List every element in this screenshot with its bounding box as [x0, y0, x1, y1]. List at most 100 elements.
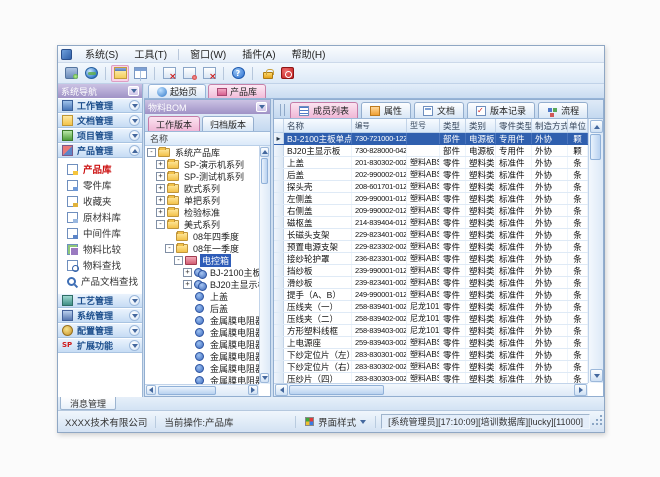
table-row[interactable]: 右侧盖 209-990002-01Z 塑料ABS 零件 塑料类 标准件 外协 条 [274, 205, 588, 217]
expand-section-button[interactable] [129, 115, 140, 126]
expand-section-button[interactable] [129, 325, 140, 336]
collapse-section-button[interactable] [129, 145, 140, 156]
toolbar-button[interactable] [223, 67, 224, 80]
expand-section-button[interactable] [129, 310, 140, 321]
tree-node[interactable]: - 08年一季度 [145, 242, 259, 254]
menu-item[interactable]: 帮助(H) [284, 45, 334, 63]
column-header[interactable]: 制造方式 [532, 119, 568, 132]
menu-item[interactable]: 系统(S) [77, 45, 126, 63]
tree-node[interactable]: 金属膜电阻器 [145, 374, 259, 384]
scroll-thumb[interactable] [158, 386, 216, 395]
scroll-left-button[interactable] [275, 384, 288, 396]
scroll-down-button[interactable] [590, 369, 603, 382]
tree-vertical-scrollbar[interactable] [259, 146, 270, 384]
toolbar-button[interactable] [252, 67, 253, 80]
sidebar-item[interactable]: 物料查找 [58, 257, 142, 273]
toolbar-button[interactable] [62, 65, 80, 82]
sidebar-item[interactable]: 原材料库 [58, 209, 142, 225]
sidebar-menu-button[interactable] [128, 86, 139, 96]
toolbar-button[interactable] [278, 65, 296, 82]
expand-toggle-icon[interactable]: - [147, 148, 156, 157]
table-row[interactable]: 上盖 201-830302-00Z 塑料ABS 零件 塑料类 标准件 外协 条 [274, 157, 588, 169]
sidebar-section[interactable]: 配置管理 [58, 323, 142, 338]
table-row[interactable]: 下纱定位片（右） 283-830302-00Z 塑料ABS 零件 塑料类 标准件… [274, 361, 588, 373]
table-row[interactable]: 磁枢盖 214-839404-01Z 塑料ABS 零件 塑料类 标准件 外协 条 [274, 217, 588, 229]
table-row[interactable]: 左侧盖 209-990001-01Z 塑料ABS 零件 塑料类 标准件 外协 条 [274, 193, 588, 205]
tree-column-header[interactable]: 名称 [145, 132, 270, 146]
toolbar-button[interactable] [105, 67, 106, 80]
tree-node[interactable]: 后盖 [145, 302, 259, 314]
toolbar-button[interactable] [131, 65, 149, 82]
tree-node[interactable]: + 欧式系列 [145, 182, 259, 194]
sidebar-section[interactable]: 工艺管理 [58, 293, 142, 308]
column-header[interactable]: 类别 [466, 119, 496, 132]
member-tab[interactable]: 版本记录 [467, 102, 535, 118]
tree-node[interactable]: + BJ-2100主板单点 [145, 266, 259, 278]
column-header[interactable]: 单位 [568, 119, 588, 132]
expand-toggle-icon[interactable]: - [174, 256, 183, 265]
tree-node[interactable]: 金属膜电阻器 [145, 326, 259, 338]
tree-node[interactable]: 上盖 [145, 290, 259, 302]
message-manager-tab[interactable]: 消息管理 [60, 397, 116, 410]
tree-node[interactable]: 金属膜电阻器 [145, 362, 259, 374]
expand-toggle-icon[interactable]: + [156, 184, 165, 193]
tree-node[interactable]: - 美式系列 [145, 218, 259, 230]
tree-node[interactable]: - 电控箱 [145, 254, 259, 266]
toolbar-button[interactable] [180, 65, 198, 82]
tree-horizontal-scrollbar[interactable] [145, 384, 259, 396]
table-row[interactable]: BJ-2100主板单点 730-721000-12Z 部件 电源板 专用件 外协… [274, 133, 588, 145]
scroll-up-button[interactable] [590, 120, 603, 133]
tree-node[interactable]: + 检验标准 [145, 206, 259, 218]
toolbar-button[interactable] [111, 65, 129, 82]
scroll-thumb[interactable] [289, 385, 384, 395]
member-tab[interactable]: 流程 [538, 102, 588, 118]
table-row[interactable]: 压纱片（四） 283-830303-00Z 塑料ABS 零件 塑料类 标准件 外… [274, 373, 588, 383]
column-header[interactable]: 名称 [284, 119, 352, 132]
table-horizontal-scrollbar[interactable] [274, 383, 588, 396]
toolbar-button[interactable] [229, 65, 247, 82]
expand-toggle-icon[interactable]: - [165, 244, 174, 253]
tree-node[interactable]: 08年四季度 [145, 230, 259, 242]
tree-node[interactable]: + SP-演示机系列 [145, 158, 259, 170]
expand-section-button[interactable] [129, 100, 140, 111]
menu-item[interactable] [178, 49, 179, 60]
expand-toggle-icon[interactable]: + [156, 196, 165, 205]
tree-node[interactable]: 金属膜电阻器 [145, 350, 259, 362]
toolbar-button[interactable] [154, 67, 155, 80]
sidebar-section[interactable]: 工作管理 [58, 98, 142, 113]
menu-item[interactable]: 插件(A) [234, 45, 283, 63]
column-header[interactable]: 型号 [407, 119, 440, 132]
sidebar-item[interactable]: 中间件库 [58, 225, 142, 241]
expand-toggle-icon[interactable]: - [156, 220, 165, 229]
sidebar-item[interactable]: 产品文档查找 [58, 273, 142, 289]
expand-section-button[interactable] [129, 130, 140, 141]
sidebar-section[interactable]: 项目管理 [58, 128, 142, 143]
toolbar-button[interactable] [82, 65, 100, 82]
table-row[interactable]: 提手（A、B） 249-990001-01Z 塑料ABS 零件 塑料类 标准件 … [274, 289, 588, 301]
table-row[interactable]: 下纱定位片（左） 283-830301-00Z 塑料ABS 零件 塑料类 标准件… [274, 349, 588, 361]
expand-toggle-icon[interactable]: + [183, 280, 192, 289]
scroll-left-button[interactable] [146, 385, 156, 395]
column-header[interactable]: 编号 [352, 119, 407, 132]
sidebar-section[interactable]: 系统管理 [58, 308, 142, 323]
expand-toggle-icon[interactable]: + [156, 172, 165, 181]
version-tab[interactable]: 工作版本 [148, 116, 200, 131]
table-row[interactable]: 上电源座 259-839403-00Z 塑料ABS 零件 塑料类 标准件 外协 … [274, 337, 588, 349]
table-vertical-scrollbar[interactable] [588, 119, 603, 383]
resize-grip[interactable] [596, 419, 598, 421]
toolbar-button[interactable] [200, 65, 218, 82]
menu-item[interactable]: 工具(T) [126, 45, 175, 63]
expand-section-button[interactable] [129, 295, 140, 306]
table-row[interactable]: 预置电源支架 229-823302-00Z 塑料ABS 零件 塑料类 标准件 外… [274, 241, 588, 253]
tree-node[interactable]: 金属膜电阻器 [145, 338, 259, 350]
table-row[interactable]: 方形塑料线框 258-839403-00Z 尼龙1010 零件 塑料类 标准件 … [274, 325, 588, 337]
sidebar-item[interactable]: 零件库 [58, 177, 142, 193]
table-row[interactable]: 长磁头支架 229-823401-00Z 塑料ABS 零件 塑料类 标准件 外协… [274, 229, 588, 241]
table-row[interactable]: 压线夹（二） 258-839402-00Z 尼龙1010 零件 塑料类 标准件 … [274, 313, 588, 325]
interface-style-button[interactable]: 界面样式 [301, 414, 370, 430]
column-header[interactable]: 零件类型 [496, 119, 532, 132]
table-row[interactable]: 后盖 202-990002-01Z 塑料ABS 零件 塑料类 标准件 外协 条 [274, 169, 588, 181]
toolbar-button[interactable] [258, 65, 276, 82]
scroll-up-button[interactable] [260, 147, 269, 157]
table-row[interactable]: 滑纱板 239-823401-00Z 塑料ABS 零件 塑料类 标准件 外协 条 [274, 277, 588, 289]
